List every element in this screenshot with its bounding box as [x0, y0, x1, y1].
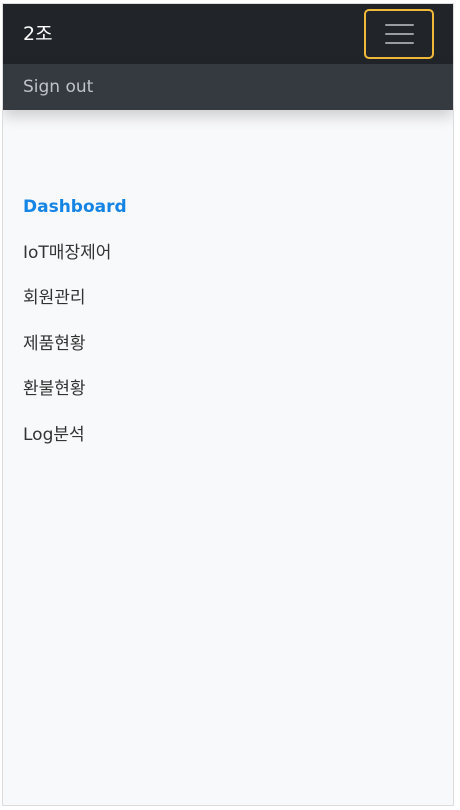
- sidebar-item-product-status: 제품현황: [3, 329, 453, 375]
- signout-bar: Sign out: [3, 64, 453, 110]
- app-frame: 2조 Sign out Dashboard IoT매장제어 회원관리 제품현황 …: [2, 3, 454, 806]
- sign-out-link[interactable]: Sign out: [23, 76, 93, 98]
- sidebar-link-member-management[interactable]: 회원관리: [3, 283, 453, 329]
- sidebar-link-product-status[interactable]: 제품현황: [3, 329, 453, 375]
- sidebar-item-refund-status: 환불현황: [3, 374, 453, 420]
- sidebar-nav: Dashboard IoT매장제어 회원관리 제품현황 환불현황 Log분석: [3, 192, 453, 466]
- brand-title[interactable]: 2조: [23, 21, 53, 47]
- menu-toggle-button[interactable]: [364, 9, 434, 59]
- sidebar-item-log-analysis: Log분석: [3, 420, 453, 466]
- sidebar-item-iot-store-control: IoT매장제어: [3, 238, 453, 284]
- sidebar-link-iot-store-control[interactable]: IoT매장제어: [3, 238, 453, 284]
- top-navbar: 2조: [3, 4, 453, 64]
- sidebar-link-refund-status[interactable]: 환불현황: [3, 374, 453, 420]
- sidebar-item-dashboard: Dashboard: [3, 192, 453, 238]
- sidebar-item-member-management: 회원관리: [3, 283, 453, 329]
- hamburger-menu-icon: [385, 24, 414, 44]
- sidebar-link-log-analysis[interactable]: Log분석: [3, 420, 453, 466]
- sidebar-link-dashboard[interactable]: Dashboard: [3, 192, 453, 238]
